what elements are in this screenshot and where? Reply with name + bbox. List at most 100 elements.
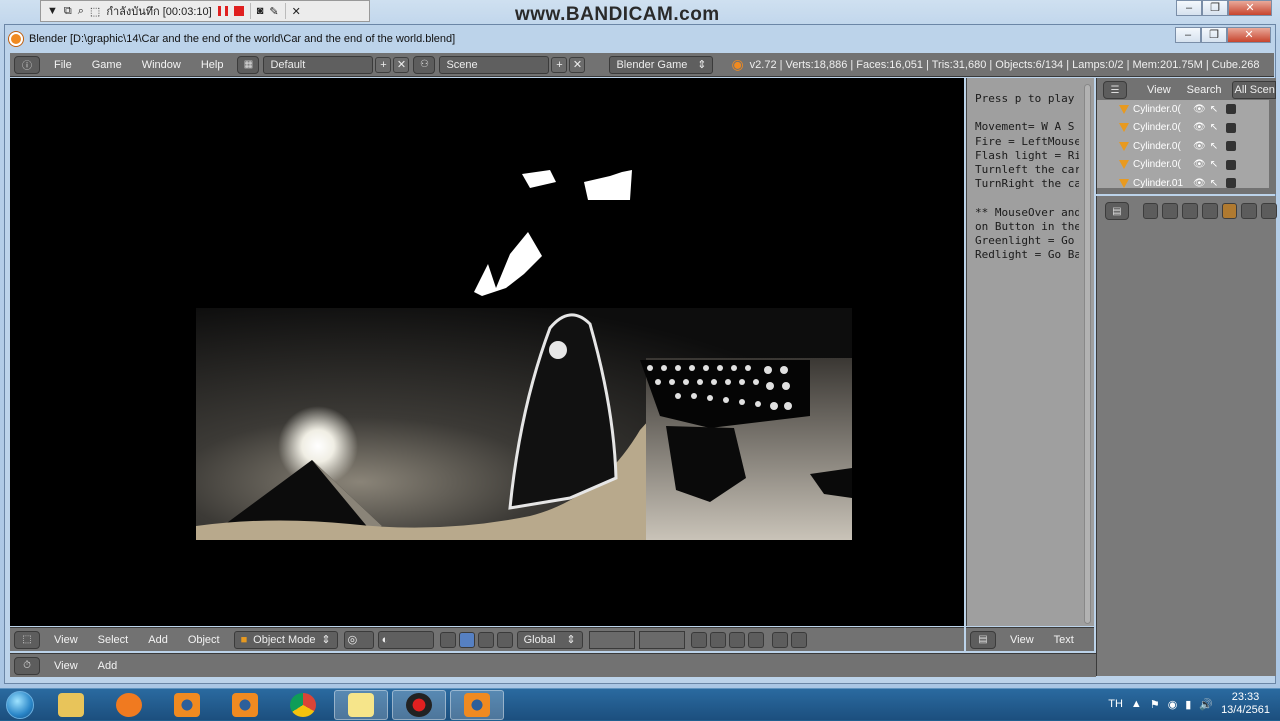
network-icon[interactable]: ▮ [1185,698,1191,711]
menu-file[interactable]: File [44,59,82,71]
scene-icon[interactable]: ⚇ [413,55,436,74]
close-button[interactable]: ✕ [1227,27,1271,43]
text-scrollbar[interactable] [1084,84,1091,624]
editor-type-info-icon[interactable]: ⓘ [14,55,40,74]
remove-layout-button[interactable]: ✕ [393,56,410,73]
flag-icon[interactable]: ⚑ [1150,698,1160,711]
render-engine-dropdown[interactable]: Blender Game ⇕ [609,55,714,74]
outliner-item[interactable]: Cylinder.0( 👁 ↖ [1097,100,1269,119]
taskbar-sticky-notes[interactable] [334,689,388,720]
constraints-tab-icon[interactable] [1241,203,1258,219]
taskbar-media-player[interactable] [102,690,156,720]
taskbar-bandicam[interactable] [392,689,446,720]
cursor-icon[interactable]: ↖ [1210,178,1218,189]
screen-layout-field[interactable]: Default [263,55,374,74]
camera-icon[interactable] [1226,159,1237,170]
cursor-icon[interactable]: ↖ [1210,141,1218,152]
3d-viewport[interactable] [10,78,964,626]
camera-icon[interactable]: ◙ [257,5,264,17]
clock[interactable]: 23:33 13/4/2561 [1221,691,1270,717]
outliner-menu-search[interactable]: Search [1181,84,1228,96]
stop-record-icon[interactable] [233,6,244,16]
scene-tab-icon[interactable] [1182,203,1198,219]
camera-icon[interactable] [1226,122,1237,133]
minimize-button[interactable]: – [1175,27,1201,43]
pivot-dropdown[interactable]: ◎ [343,630,374,649]
eye-icon[interactable]: 👁 [1193,178,1206,189]
show-hidden-icons-icon[interactable]: ▲ [1131,698,1142,710]
maximize-button[interactable]: ❐ [1201,27,1227,43]
world-tab-icon[interactable] [1201,203,1218,219]
taskbar-blender-2[interactable] [218,690,272,720]
properties-editor-icon[interactable]: ▤ [1105,202,1129,220]
outliner-editor-icon[interactable]: ☰ [1103,81,1127,99]
snap-icon[interactable] [728,631,745,648]
close-button[interactable]: ✕ [1228,0,1272,16]
render-tab-icon[interactable] [1142,203,1159,219]
timeline-menu-view[interactable]: View [44,660,88,672]
window-mode-icon[interactable]: ⧉ [64,5,72,18]
cursor-icon[interactable]: ↖ [1210,122,1218,133]
volume-icon[interactable]: 🔊 [1199,698,1213,711]
orientation-dropdown[interactable]: Global ⇕ [516,630,583,649]
outliner-item[interactable]: Cylinder.0( 👁 ↖ [1097,119,1269,138]
close-icon[interactable]: ✕ [292,5,301,18]
layers-grid[interactable] [588,630,635,649]
outliner-item[interactable]: Cylinder.0( 👁 ↖ [1097,156,1269,175]
maximize-button[interactable]: ❐ [1202,0,1228,16]
proportional-edit-icon[interactable] [709,631,726,648]
timeline-editor-icon[interactable]: ⏱ [14,656,40,675]
layers-tab-icon[interactable] [1162,203,1179,219]
layers-grid-2[interactable] [638,630,685,649]
rotate-icon[interactable] [477,631,494,648]
add-layout-button[interactable]: + [375,56,392,73]
outliner-list[interactable]: Cylinder.0( 👁 ↖ Cylinder.0( 👁 ↖ Cylinder.0… [1097,100,1269,189]
camera-icon[interactable] [1226,104,1237,115]
taskbar-blender-1[interactable] [160,690,214,720]
lock-camera-icon[interactable] [690,631,707,648]
viewport-menu-select[interactable]: Select [88,634,139,646]
add-scene-button[interactable]: + [551,56,568,73]
minimize-button[interactable]: – [1176,0,1202,16]
screen-area-icon[interactable]: ⬚ [90,5,100,18]
eye-icon[interactable]: 👁 [1193,141,1206,152]
menu-help[interactable]: Help [191,59,234,71]
eye-icon[interactable]: 👁 [1193,104,1206,115]
camera-icon[interactable] [1226,141,1237,152]
scene-field[interactable]: Scene [439,55,550,74]
manipulator-icon[interactable] [439,631,456,648]
viewport-menu-object[interactable]: Object [178,634,230,646]
text-editor[interactable]: Press p to play Movement= W A S Fire = L… [966,78,1094,626]
text-menu-view[interactable]: View [1000,634,1044,646]
viewport-menu-add[interactable]: Add [138,634,178,646]
outliner-filter[interactable]: All Scen [1231,81,1276,99]
eye-icon[interactable]: 👁 [1193,122,1206,133]
object-tab-icon[interactable] [1221,203,1238,219]
render-icon[interactable] [771,631,788,648]
outliner-menu-view[interactable]: View [1131,84,1177,96]
taskbar-blender-active[interactable] [450,689,504,720]
pause-icon[interactable] [217,6,228,16]
bandicam-tray-icon[interactable]: ◉ [1168,698,1178,711]
menu-game[interactable]: Game [82,59,132,71]
start-button[interactable] [0,689,40,721]
scale-icon[interactable] [496,631,513,648]
cursor-icon[interactable]: ↖ [1210,104,1218,115]
taskbar-explorer[interactable] [44,690,98,720]
remove-scene-button[interactable]: ✕ [569,56,586,73]
text-content[interactable]: Press p to play Movement= W A S Fire = L… [975,92,1079,262]
pencil-icon[interactable]: ✎ [269,5,278,18]
menu-window[interactable]: Window [132,59,191,71]
modifiers-tab-icon[interactable] [1261,203,1277,219]
search-icon[interactable]: ⌕ [78,5,84,18]
render-animation-icon[interactable] [790,631,807,648]
collapse-icon[interactable]: ▼ [47,5,58,17]
outliner-item[interactable]: Cylinder.01 👁 ↖ [1097,174,1269,193]
text-editor-icon[interactable]: ▤ [970,630,996,649]
translate-icon[interactable] [458,631,475,648]
camera-icon[interactable] [1226,178,1237,189]
cursor-icon[interactable]: ↖ [1210,159,1218,170]
mode-dropdown[interactable]: ■ Object Mode ⇕ [233,630,338,649]
viewport-menu-view[interactable]: View [44,634,88,646]
shading-dropdown[interactable]: ◐ [377,630,434,649]
